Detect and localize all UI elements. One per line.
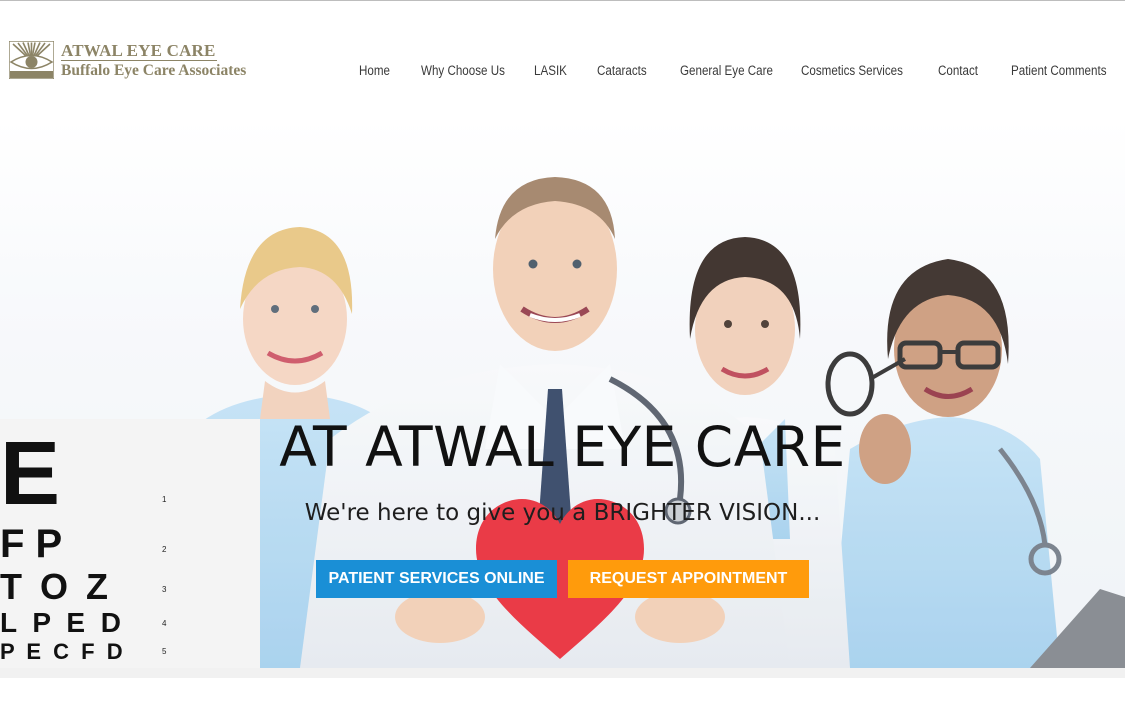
eye-chart-number-2: 2 xyxy=(162,545,167,554)
eye-chart-number-4: 4 xyxy=(162,619,167,628)
nav-item-lasik[interactable]: LASIK xyxy=(534,63,567,78)
nav-item-cosmetics-services[interactable]: Cosmetics Services xyxy=(801,63,903,78)
hero-subtitle: We're here to give you a BRIGHTER VISION… xyxy=(304,500,821,526)
hero-title: AT ATWAL EYE CARE xyxy=(279,415,846,479)
nav-item-home[interactable]: Home xyxy=(359,63,390,78)
hero-bottom-strip xyxy=(0,668,1125,678)
nav-item-cataracts[interactable]: Cataracts xyxy=(597,63,647,78)
eye-chart-number-5: 5 xyxy=(162,647,167,656)
eye-chart-number-3: 3 xyxy=(162,585,167,594)
eye-chart-row-2: F P xyxy=(0,522,63,566)
main-nav: Home Why Choose Us LASIK Cataracts Gener… xyxy=(0,63,1125,83)
request-appointment-button[interactable]: REQUEST APPOINTMENT xyxy=(568,560,809,598)
eye-chart-row-5: P E C F D xyxy=(0,639,126,664)
patient-services-online-button[interactable]: PATIENT SERVICES ONLINE xyxy=(316,560,557,598)
logo-title: ATWAL EYE CARE xyxy=(61,41,216,60)
nav-item-contact[interactable]: Contact xyxy=(938,63,978,78)
nav-item-general-eye-care[interactable]: General Eye Care xyxy=(680,63,773,78)
nav-item-why-choose-us[interactable]: Why Choose Us xyxy=(421,63,505,78)
hero-banner: E F P T O Z L P E D P E C F D 1 2 3 4 5 … xyxy=(0,119,1125,668)
nav-item-patient-comments[interactable]: Patient Comments xyxy=(1011,63,1107,78)
site-header: ATWAL EYE CARE Buffalo Eye Care Associat… xyxy=(0,1,1125,119)
eye-chart-row-4: L P E D xyxy=(0,607,126,638)
eye-chart-row-3: T O Z xyxy=(0,566,112,607)
logo-divider xyxy=(61,60,217,61)
